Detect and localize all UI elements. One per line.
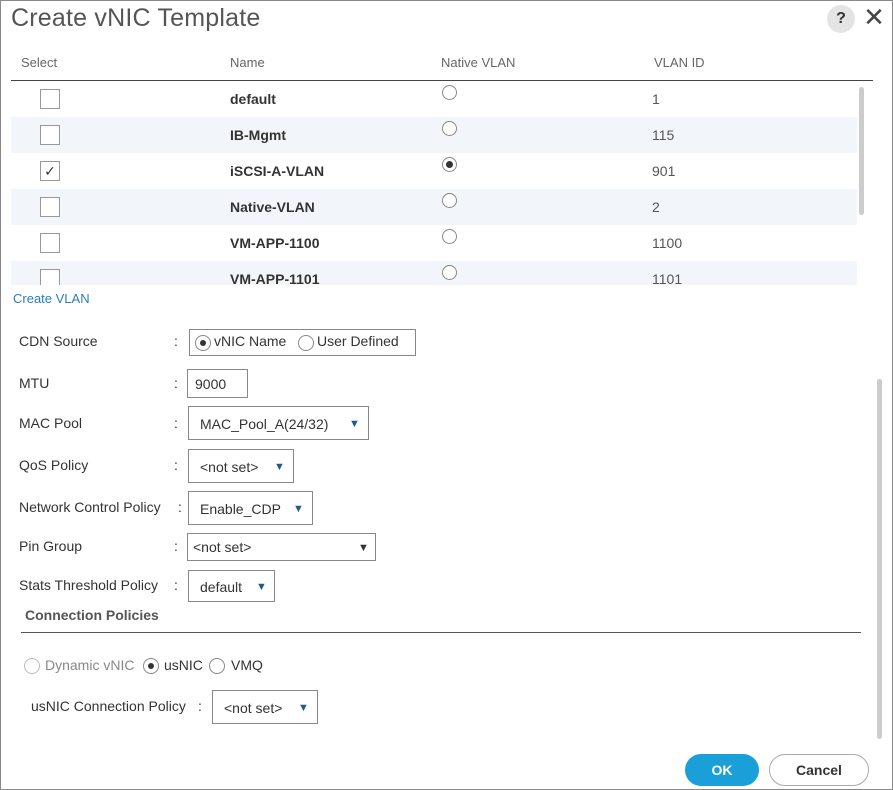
connection-policies-title: Connection Policies	[25, 607, 159, 623]
mtu-colon: :	[174, 375, 178, 391]
vlan-table-scrollbar-thumb[interactable]	[859, 87, 864, 215]
vlan-table: Select Name Native VLAN VLAN ID default …	[11, 37, 873, 285]
network-control-policy-select[interactable]: Enable_CDP ▼	[188, 491, 313, 525]
dialog-title: Create vNIC Template	[11, 4, 261, 32]
table-row[interactable]: VM-APP-1101 1101	[11, 261, 857, 285]
close-icon[interactable]: ✕	[863, 4, 885, 30]
cdn-user-defined-label[interactable]: User Defined	[317, 333, 399, 349]
vlan-table-scrollbar[interactable]	[857, 81, 867, 285]
native-vlan-radio[interactable]	[442, 157, 457, 172]
usnic-connection-policy-colon: :	[198, 698, 202, 714]
mac-pool-select[interactable]: MAC_Pool_A(24/32) ▼	[188, 406, 369, 440]
mac-pool-label: MAC Pool	[19, 415, 83, 431]
ok-button[interactable]: OK	[685, 754, 759, 786]
native-vlan-radio[interactable]	[442, 229, 457, 244]
cancel-button[interactable]: Cancel	[769, 754, 869, 786]
table-row[interactable]: default 1	[11, 81, 857, 117]
native-vlan-radio[interactable]	[442, 265, 457, 280]
header-select[interactable]: Select	[21, 55, 57, 70]
chevron-down-icon: ▼	[298, 702, 309, 714]
connection-policies-divider	[21, 632, 861, 633]
chevron-down-icon: ▼	[274, 461, 285, 473]
mac-pool-colon: :	[174, 415, 178, 431]
vlan-name: default	[230, 91, 276, 107]
pin-group-value: <not set>	[193, 539, 252, 555]
mac-pool-value: MAC_Pool_A(24/32)	[200, 416, 329, 432]
pin-group-label: Pin Group	[19, 538, 83, 554]
vlan-id: 1100	[652, 235, 683, 251]
vlan-table-header: Select Name Native VLAN VLAN ID	[11, 37, 873, 81]
create-vlan-link[interactable]: Create VLAN	[13, 291, 90, 306]
create-vnic-template-dialog: Create vNIC Template ? ✕ Select Name Nat…	[0, 0, 893, 790]
qos-policy-value: <not set>	[200, 459, 259, 475]
dynamic-vnic-label[interactable]: Dynamic vNIC	[45, 657, 134, 673]
vlan-id: 2	[652, 199, 660, 215]
vmq-label[interactable]: VMQ	[231, 657, 263, 673]
header-native-vlan[interactable]: Native VLAN	[441, 55, 515, 70]
vlan-id: 901	[652, 163, 676, 179]
header-vlan-id[interactable]: VLAN ID	[654, 55, 705, 70]
chevron-down-icon: ▼	[293, 503, 304, 515]
form-scrollbar-thumb[interactable]	[877, 379, 882, 739]
chevron-down-icon: ▼	[349, 418, 360, 430]
native-vlan-radio[interactable]	[442, 121, 457, 136]
stats-threshold-policy-value: default	[200, 579, 243, 595]
vlan-name: VM-APP-1101	[230, 271, 320, 285]
native-vlan-radio[interactable]	[442, 193, 457, 208]
cdn-source-label: CDN Source	[19, 333, 98, 349]
qos-policy-label: QoS Policy	[19, 457, 89, 473]
mtu-input[interactable]: 9000	[187, 369, 248, 398]
header-name[interactable]: Name	[230, 55, 265, 70]
table-row[interactable]: IB-Mgmt 115	[11, 117, 857, 153]
vlan-name: VM-APP-1100	[230, 235, 320, 251]
vmq-radio[interactable]	[209, 658, 225, 674]
usnic-connection-policy-label: usNIC Connection Policy	[31, 698, 186, 714]
vlan-table-body: default 1 IB-Mgmt 115 ✓ iSCSI-A-VLAN 901…	[11, 81, 857, 285]
dynamic-vnic-radio[interactable]	[24, 658, 40, 674]
usnic-connection-policy-select[interactable]: <not set> ▼	[212, 690, 318, 724]
qos-policy-select[interactable]: <not set> ▼	[188, 449, 294, 483]
pin-group-colon: :	[174, 538, 178, 554]
table-row[interactable]: Native-VLAN 2	[11, 189, 857, 225]
vlan-name: Native-VLAN	[230, 199, 315, 215]
select-checkbox[interactable]	[40, 125, 60, 145]
cdn-vnic-name-label[interactable]: vNIC Name	[214, 333, 286, 349]
vlan-name: IB-Mgmt	[230, 127, 286, 143]
vlan-id: 1	[652, 91, 660, 107]
help-icon[interactable]: ?	[827, 5, 855, 33]
native-vlan-radio[interactable]	[442, 85, 457, 100]
select-checkbox[interactable]	[40, 233, 60, 253]
usnic-connection-policy-value: <not set>	[224, 700, 283, 716]
network-control-policy-value: Enable_CDP	[200, 501, 281, 517]
vlan-id: 115	[652, 127, 675, 143]
mtu-value: 9000	[195, 376, 227, 392]
mtu-label: MTU	[19, 375, 50, 391]
select-checkbox[interactable]	[40, 197, 60, 217]
cdn-source-group: vNIC Name User Defined	[189, 329, 416, 356]
cdn-source-colon: :	[174, 333, 178, 349]
table-row[interactable]: VM-APP-1100 1100	[11, 225, 857, 261]
vlan-name: iSCSI-A-VLAN	[230, 163, 325, 179]
network-control-policy-colon: :	[178, 499, 182, 515]
select-checkbox[interactable]: ✓	[40, 161, 60, 181]
pin-group-select[interactable]: <not set> ▼	[187, 533, 376, 561]
network-control-policy-label: Network Control Policy	[19, 499, 161, 515]
stats-threshold-policy-colon: :	[174, 577, 178, 593]
cdn-vnic-name-radio[interactable]	[195, 335, 211, 351]
qos-policy-colon: :	[174, 457, 178, 473]
cdn-user-defined-radio[interactable]	[298, 335, 314, 351]
vlan-id: 1101	[652, 271, 683, 285]
select-checkbox[interactable]	[40, 89, 60, 109]
usnic-label[interactable]: usNIC	[164, 657, 203, 673]
table-row[interactable]: ✓ iSCSI-A-VLAN 901	[11, 153, 857, 189]
stats-threshold-policy-label: Stats Threshold Policy	[19, 577, 159, 593]
stats-threshold-policy-select[interactable]: default ▼	[188, 570, 275, 602]
select-checkbox[interactable]	[40, 269, 60, 285]
usnic-radio[interactable]	[143, 658, 159, 674]
chevron-down-icon: ▼	[358, 542, 369, 554]
chevron-down-icon: ▼	[256, 581, 267, 593]
